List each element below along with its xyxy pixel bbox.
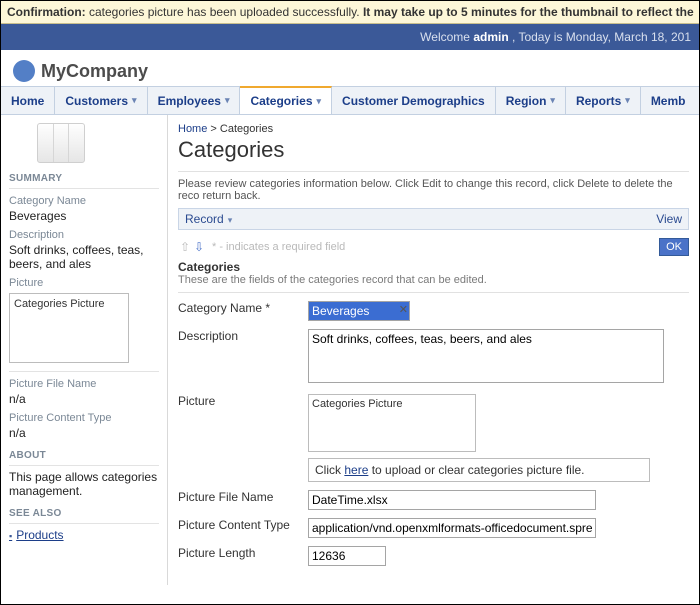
field-label-category-name: Category Name * <box>178 301 308 321</box>
picture-file-name-input[interactable] <box>308 490 596 510</box>
required-note: * - indicates a required field <box>212 241 345 253</box>
logo-row: MyCompany <box>1 50 699 86</box>
page-title: Categories <box>178 137 689 163</box>
nav-customer-demographics[interactable]: Customer Demographics <box>332 87 496 114</box>
welcome-label: Welcome <box>420 30 470 44</box>
field-label-picture: Picture <box>178 394 308 482</box>
crumb-home[interactable]: Home <box>178 123 207 135</box>
summary-description-value: Soft drinks, coffees, teas, beers, and a… <box>9 243 159 271</box>
nav-members[interactable]: Memb <box>641 87 696 114</box>
record-menu[interactable]: Record▾ <box>185 212 232 226</box>
field-label-plen: Picture Length <box>178 546 308 566</box>
nav-region[interactable]: Region▾ <box>496 87 566 114</box>
current-user: admin <box>473 30 508 44</box>
upload-note: Click here to upload or clear categories… <box>308 458 650 482</box>
confirmation-prefix: Confirmation: <box>7 5 86 19</box>
company-name: MyCompany <box>41 61 148 82</box>
summary-pct-value: n/a <box>9 426 159 440</box>
summary-category-name-value: Beverages <box>9 209 159 223</box>
company-logo-icon <box>13 60 35 82</box>
intro-text: Please review categories information bel… <box>178 171 689 202</box>
today-date: , Today is Monday, March 18, 201 <box>512 30 691 44</box>
confirmation-bar: Confirmation: categories picture has bee… <box>1 1 699 24</box>
ok-button[interactable]: OK <box>659 238 689 256</box>
field-label-pfn: Picture File Name <box>178 490 308 510</box>
sidebar-about-text: This page allows categories management. <box>9 470 159 498</box>
confirmation-msg: categories picture has been uploaded suc… <box>89 5 360 19</box>
form-group-sub: These are the fields of the categories r… <box>178 274 689 293</box>
field-label-pct: Picture Content Type <box>178 518 308 538</box>
categories-big-icon <box>37 123 85 163</box>
record-toolbar: Record▾ View <box>178 208 689 230</box>
breadcrumb: Home > Categories <box>178 123 689 135</box>
picture-length-input[interactable] <box>308 546 386 566</box>
category-name-input[interactable] <box>308 301 410 321</box>
form-group-title: Categories <box>178 260 689 274</box>
description-textarea[interactable] <box>308 329 664 383</box>
clear-input-icon[interactable]: ✕ <box>399 303 408 316</box>
main-content: Home > Categories Categories Please revi… <box>168 115 699 585</box>
summary-pfn-value: n/a <box>9 392 159 406</box>
upload-link[interactable]: here <box>344 463 368 477</box>
field-label-description: Description <box>178 329 308 386</box>
chevron-down-icon: ▾ <box>550 95 555 106</box>
seealso-products-link[interactable]: Products <box>9 528 159 542</box>
nav-employees[interactable]: Employees▾ <box>148 87 241 114</box>
sidebar: SUMMARY Category Name Beverages Descript… <box>1 115 168 585</box>
summary-picture-label: Picture <box>9 277 159 289</box>
next-record-icon[interactable]: ⇩ <box>192 240 206 254</box>
sidebar-summary-header: SUMMARY <box>9 173 159 189</box>
sidebar-about-header: ABOUT <box>9 450 159 466</box>
crumb-current: Categories <box>220 123 273 135</box>
summary-picture-box: Categories Picture <box>9 293 129 363</box>
summary-pct-label: Picture Content Type <box>9 412 159 424</box>
picture-preview-box: Categories Picture <box>308 394 476 452</box>
nav-reports[interactable]: Reports▾ <box>566 87 641 114</box>
chevron-down-icon: ▾ <box>625 95 630 106</box>
chevron-down-icon: ▾ <box>225 95 230 106</box>
picture-content-type-input[interactable] <box>308 518 596 538</box>
view-menu[interactable]: View <box>656 212 682 226</box>
main-nav: Home Customers▾ Employees▾ Categories▾ C… <box>1 86 699 115</box>
chevron-down-icon: ▾ <box>317 96 322 107</box>
nav-categories[interactable]: Categories▾ <box>240 86 332 114</box>
sidebar-seealso-header: SEE ALSO <box>9 508 159 524</box>
top-bar: Welcome admin , Today is Monday, March 1… <box>1 24 699 50</box>
summary-pfn-label: Picture File Name <box>9 378 159 390</box>
summary-category-name-label: Category Name <box>9 195 159 207</box>
crumb-sep: > <box>210 123 216 135</box>
chevron-down-icon: ▾ <box>132 95 137 106</box>
prev-record-icon[interactable]: ⇧ <box>178 240 192 254</box>
nav-home[interactable]: Home <box>1 87 55 114</box>
confirmation-tail: It may take up to 5 minutes for the thum… <box>363 5 694 19</box>
nav-customers[interactable]: Customers▾ <box>55 87 147 114</box>
summary-description-label: Description <box>9 229 159 241</box>
chevron-down-icon: ▾ <box>228 215 233 225</box>
